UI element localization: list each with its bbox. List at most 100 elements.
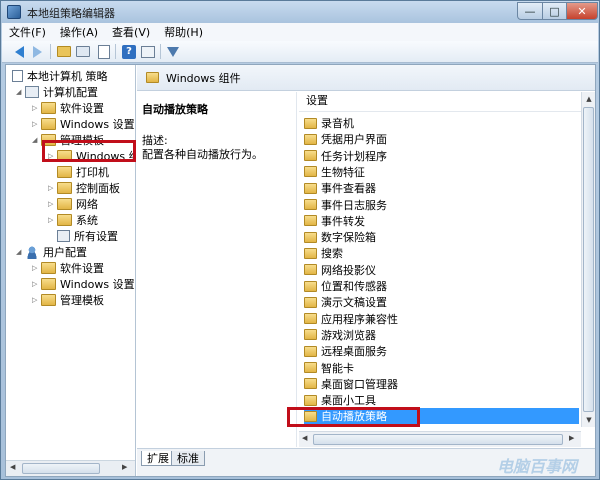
scroll-right-icon[interactable]: ▶ [569, 434, 574, 442]
list-item[interactable]: 位置和传感器 [304, 278, 579, 294]
scrollbar-thumb[interactable] [313, 434, 563, 445]
tree-item-label: 软件设置 [60, 262, 104, 275]
all-settings-icon [57, 230, 70, 242]
list-item[interactable]: 网络投影仪 [304, 262, 579, 278]
collapsed-triangle-icon: ▷ [32, 296, 38, 304]
folder-icon [304, 345, 317, 357]
menu-help[interactable]: 帮助(H) [157, 24, 210, 40]
list-item[interactable]: 事件日志服务 [304, 197, 579, 213]
back-button[interactable] [10, 43, 28, 60]
menu-action[interactable]: 操作(A) [53, 24, 105, 40]
list-item-label: 桌面小工具 [321, 394, 376, 408]
list-item[interactable]: 演示文稿设置 [304, 294, 579, 310]
up-one-level-button[interactable] [55, 43, 73, 60]
list-item[interactable]: 桌面窗口管理器 [304, 376, 579, 392]
list-item[interactable]: 凭据用户界面 [304, 131, 579, 147]
scroll-down-icon[interactable]: ▼ [582, 413, 596, 427]
list-item[interactable]: 事件转发 [304, 213, 579, 229]
scrollbar-thumb[interactable] [583, 107, 594, 412]
tree-item-label: 本地计算机 策略 [27, 70, 108, 83]
tree-item-local-policy[interactable]: 本地计算机 策略 [12, 68, 108, 84]
properties-button[interactable] [139, 43, 157, 60]
close-button[interactable]: ✕ [566, 2, 598, 20]
settings-list: 设置 录音机凭据用户界面 任务计划程序 生物特征 事件查看器 事件日志服务 事件转发数字保… [299, 92, 595, 447]
folder-icon [41, 294, 56, 306]
tree-item-printers[interactable]: 打印机 [48, 164, 109, 180]
list-item[interactable]: 游戏浏览器 [304, 327, 579, 343]
navigation-tree[interactable]: 本地计算机 策略 ◢ 计算机配置 ▷ 软件设置 ▷ Windows 设置 ◢ 管… [6, 65, 136, 476]
menu-file[interactable]: 文件(F) [2, 24, 53, 40]
list-item[interactable]: 智能卡 [304, 360, 579, 376]
group-policy-app-icon [7, 5, 21, 19]
list-horizontal-scrollbar[interactable]: ◀ ▶ [299, 431, 581, 447]
collapsed-triangle-icon: ▷ [48, 216, 54, 224]
list-vertical-scrollbar[interactable]: ▲ ▼ [581, 92, 595, 427]
tree-item-label: Windows 设置 [60, 278, 135, 291]
list-item[interactable]: 远程桌面服务 [304, 343, 579, 359]
scroll-right-icon[interactable]: ▶ [122, 463, 127, 471]
folder-icon [304, 264, 317, 276]
red-highlight-box-list [287, 407, 420, 427]
collapsed-triangle-icon: ▷ [32, 120, 38, 128]
list-item-label: 凭据用户界面 [321, 133, 387, 147]
tree-item-windows-settings[interactable]: ▷ Windows 设置 [32, 116, 135, 132]
tree-item-network[interactable]: ▷ 网络 [48, 196, 98, 212]
list-item[interactable]: 搜索 [304, 245, 579, 261]
filter-button[interactable] [164, 43, 182, 60]
list-item[interactable]: 任务计划程序 [304, 148, 579, 164]
current-node-title: Windows 组件 [166, 71, 241, 85]
tree-horizontal-scrollbar[interactable]: ◀ ▶ [6, 460, 135, 476]
tree-item-label: 打印机 [76, 166, 109, 179]
scrollbar-thumb[interactable] [22, 463, 100, 474]
tree-item-all-settings[interactable]: 所有设置 [48, 228, 118, 244]
collapsed-triangle-icon: ▷ [32, 280, 38, 288]
minimize-button[interactable]: — [517, 2, 543, 20]
export-list-button[interactable] [95, 43, 113, 60]
scroll-left-icon[interactable]: ◀ [10, 463, 15, 471]
tree-item-user-software-settings[interactable]: ▷ 软件设置 [32, 260, 104, 276]
list-item[interactable]: 应用程序兼容性 [304, 311, 579, 327]
folder-icon [304, 280, 317, 292]
app-window: 本地组策略编辑器 — □ ✕ 文件(F) 操作(A) 查看(V) 帮助(H) ?… [0, 0, 600, 480]
list-item[interactable]: 录音机 [304, 115, 579, 131]
show-hide-tree-button[interactable] [74, 43, 92, 60]
tab-extended[interactable]: 扩展 [141, 451, 175, 466]
tree-item-user-config[interactable]: ◢ 用户配置 [16, 244, 87, 260]
help-button[interactable]: ? [120, 43, 138, 60]
tab-standard[interactable]: 标准 [171, 451, 205, 466]
window-title: 本地组策略编辑器 [27, 7, 115, 20]
computer-icon [25, 86, 39, 98]
list-item[interactable]: 生物特征 [304, 164, 579, 180]
properties-icon [141, 45, 155, 58]
forward-button[interactable] [28, 43, 46, 60]
maximize-button[interactable]: □ [542, 2, 567, 20]
tree-item-system[interactable]: ▷ 系统 [48, 212, 98, 228]
folder-icon [41, 118, 56, 130]
description-text: 配置各种自动播放行为。 [142, 148, 263, 161]
list-item-label: 录音机 [321, 117, 354, 130]
toolbar-separator [50, 44, 51, 59]
tree-item-computer-config[interactable]: ◢ 计算机配置 [16, 84, 98, 100]
tree-item-label: 管理模板 [60, 294, 104, 307]
folder-icon [304, 378, 317, 390]
tree-item-user-admin-templates[interactable]: ▷ 管理模板 [32, 292, 104, 308]
up-folder-icon [57, 46, 71, 57]
tree-item-user-windows-settings[interactable]: ▷ Windows 设置 [32, 276, 135, 292]
folder-icon [304, 362, 317, 373]
list-item[interactable]: 事件查看器 [304, 180, 579, 196]
tree-item-software-settings[interactable]: ▷ 软件设置 [32, 100, 104, 116]
watermark-text: 电脑百事网 [497, 457, 578, 476]
list-item[interactable]: 桌面小工具 [304, 392, 579, 408]
scroll-up-icon[interactable]: ▲ [582, 92, 596, 106]
list-item[interactable]: 数字保险箱 [304, 229, 579, 245]
list-item-label: 网络投影仪 [321, 263, 376, 277]
column-header-settings[interactable]: 设置 [299, 92, 581, 112]
doc-icon [98, 44, 110, 59]
list-item-label: 数字保险箱 [321, 231, 376, 245]
user-icon [25, 245, 39, 259]
list-item-label: 任务计划程序 [321, 149, 387, 163]
tree-item-label: 网络 [76, 198, 98, 211]
menu-view[interactable]: 查看(V) [105, 24, 157, 40]
scroll-left-icon[interactable]: ◀ [302, 434, 307, 442]
tree-item-control-panel[interactable]: ▷ 控制面板 [48, 180, 120, 196]
